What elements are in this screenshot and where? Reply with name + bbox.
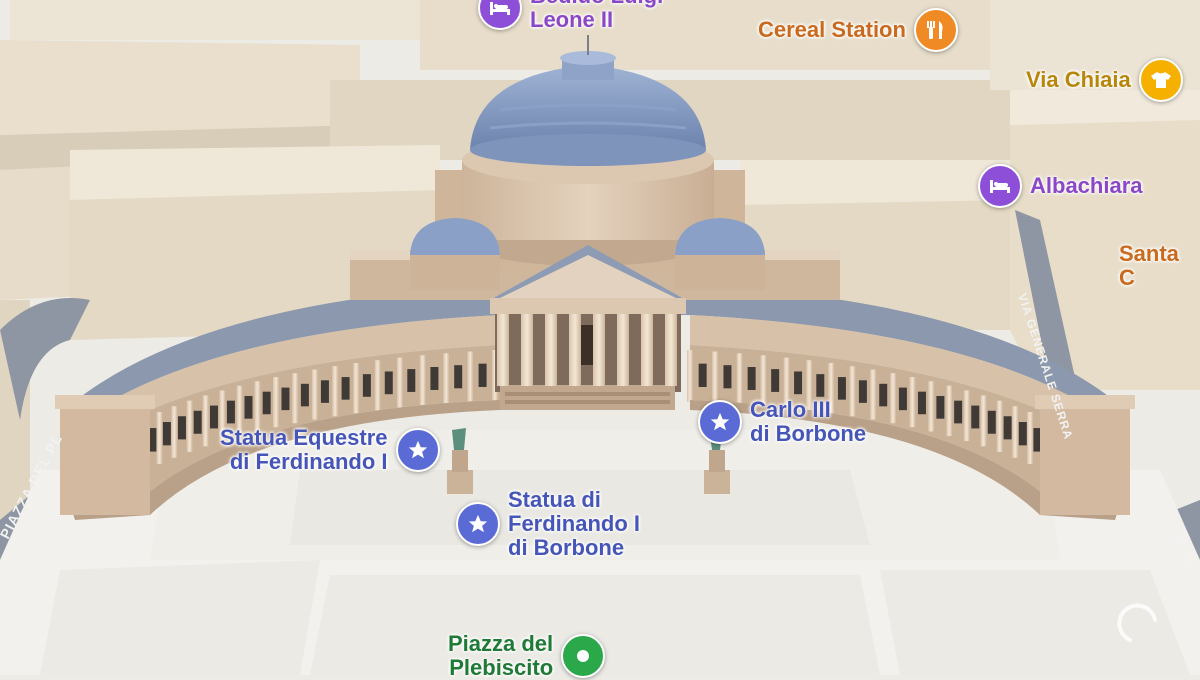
shirt-icon (1138, 58, 1183, 102)
colonnade-column (909, 377, 916, 428)
bed-icon (978, 164, 1022, 208)
colonnade-column (443, 353, 450, 405)
poi-carlo-iii-label: Carlo III di Borbone (750, 397, 867, 446)
colonnade-window (320, 380, 329, 403)
poi-cereal-station-label: Cereal Station (758, 17, 906, 42)
poi-statua-ferdinando[interactable]: Statua di Ferdinando I di Borbone (456, 488, 640, 560)
poi-bed-leone-label: Bed.uo Luigi Leone II (530, 0, 663, 32)
colonnade-column (374, 360, 381, 411)
colonnade-window (698, 363, 707, 387)
colonnade-column (1012, 406, 1019, 458)
colonnade-window (723, 365, 732, 389)
colonnade-window (244, 396, 253, 419)
colonnade-window (193, 410, 202, 434)
poi-via-chiaia[interactable]: Via Chiaia (1026, 58, 1183, 102)
poi-statua-equestre[interactable]: Statua Equestre di Ferdinando I (220, 426, 440, 474)
colonnade-column (687, 350, 693, 402)
portico-column (617, 314, 629, 386)
colonnade-window (936, 396, 945, 419)
colonnade-column (202, 395, 209, 447)
bed-icon (478, 0, 522, 30)
poi-albachiara[interactable]: Albachiara (978, 164, 1143, 208)
colonnade-column (946, 385, 953, 437)
colonnade-column (712, 351, 719, 404)
star-icon (698, 400, 742, 444)
colonnade-window (262, 391, 271, 415)
colonnade-window (209, 405, 218, 429)
colonnade-column (292, 373, 299, 424)
poi-piazza-plebiscito-label: Piazza del Plebiscito (448, 631, 554, 680)
colonnade-window (879, 383, 888, 407)
map-canvas[interactable]: VIA GENERALE SERRA PIAZZA DEL PL PIAZ (0, 0, 1200, 675)
colonnade-column (870, 369, 877, 420)
colonnade-column (890, 373, 897, 424)
portico-column (641, 314, 653, 386)
portico-column (545, 314, 557, 386)
colonnade-window (162, 422, 171, 446)
colonnade-column (996, 400, 1003, 452)
colonnade-column (928, 381, 935, 432)
poi-statua-equestre-label: Statua Equestre di Ferdinando I (220, 425, 388, 474)
colonnade-window (430, 367, 439, 390)
colonnade-window (747, 367, 756, 390)
poi-piazza-plebiscito[interactable]: Piazza del Plebiscito (448, 631, 606, 680)
poi-via-chiaia-label: Via Chiaia (1026, 67, 1131, 92)
colonnade-column (311, 369, 318, 420)
star-icon (395, 428, 440, 472)
colonnade-window (226, 400, 235, 424)
poi-santa-label: Santa C (1119, 241, 1179, 290)
poi-carlo-iii[interactable]: Carlo III di Borbone (698, 398, 866, 446)
portico-column (665, 314, 677, 386)
pin-dot-icon (561, 634, 606, 678)
colonnade-column (396, 357, 403, 409)
colonnade-window (384, 371, 393, 395)
portico-column (497, 314, 509, 386)
colonnade-window (362, 374, 371, 397)
colonnade-window (341, 377, 350, 400)
colonnade-window (954, 400, 963, 424)
poi-cereal-station[interactable]: Cereal Station (758, 8, 958, 52)
portico-column (593, 314, 605, 386)
colonnade-column (171, 406, 178, 458)
colonnade-window (281, 387, 290, 411)
colonnade-column (156, 411, 163, 465)
colonnade-window (1003, 416, 1012, 440)
colonnade-window (454, 365, 463, 389)
colonnade-column (736, 353, 743, 405)
colonnade-window (794, 371, 803, 395)
colonnade-column (254, 381, 261, 432)
colonnade-window (177, 416, 186, 440)
colonnade-window (407, 369, 416, 392)
colonnade-column (467, 351, 474, 404)
colonnade-column (980, 395, 987, 447)
colonnade-window (478, 363, 487, 387)
colonnade-window (1018, 422, 1027, 446)
portico-column (569, 314, 581, 386)
portico-column (521, 314, 533, 386)
fork-knife-icon (913, 8, 958, 52)
colonnade-window (971, 405, 980, 429)
colonnade-window (837, 377, 846, 400)
colonnade-column (186, 400, 193, 452)
colonnade-column (272, 377, 279, 428)
poi-statua-ferdinando-label: Statua di Ferdinando I di Borbone (508, 487, 640, 560)
poi-albachiara-label: Albachiara (1030, 173, 1143, 198)
colonnade-column (963, 390, 970, 442)
poi-santa[interactable]: Santa C (1119, 242, 1200, 290)
colonnade-column (353, 363, 360, 414)
star-icon (456, 502, 500, 546)
colonnade-column (419, 355, 426, 407)
poi-bed-leone[interactable]: Bed.uo Luigi Leone II (478, 0, 663, 32)
colonnade-window (771, 369, 780, 392)
colonnade-window (816, 374, 825, 397)
colonnade-column (332, 366, 339, 417)
colonnade-column (1027, 411, 1034, 465)
colonnade-window (300, 383, 309, 407)
colonnade-window (898, 387, 907, 411)
colonnade-window (917, 391, 926, 415)
colonnade-window (987, 410, 996, 434)
